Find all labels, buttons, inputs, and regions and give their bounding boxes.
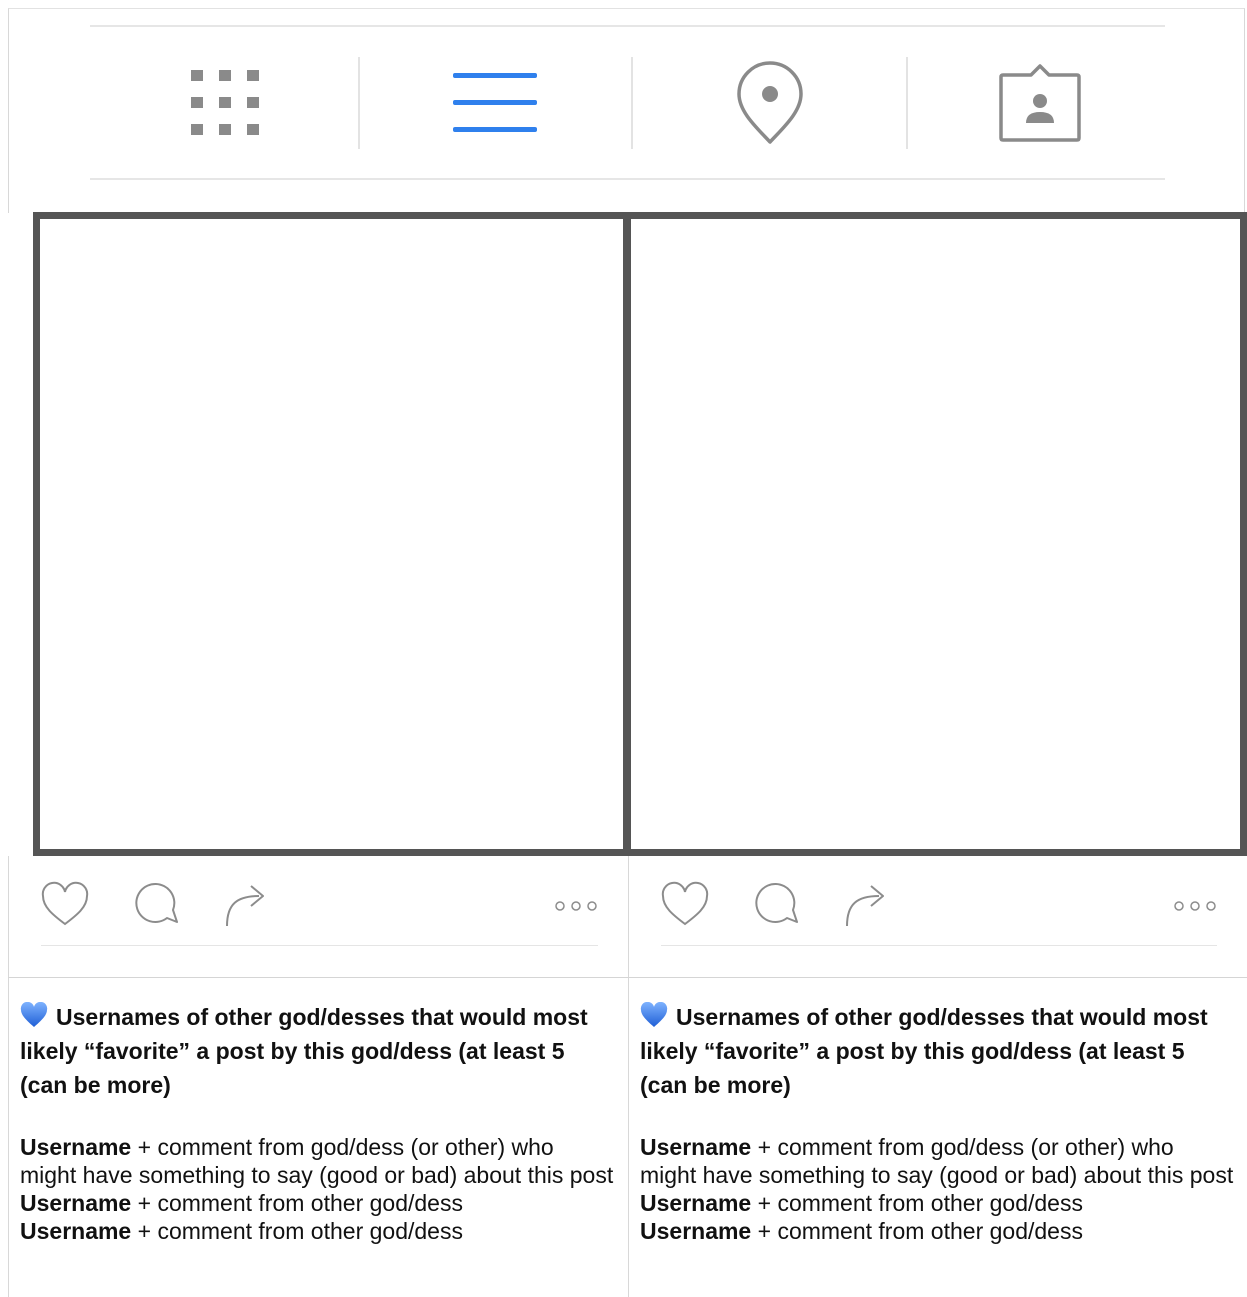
heart-icon[interactable]	[659, 878, 711, 930]
post-image-placeholder[interactable]	[33, 212, 630, 856]
tab-list-view[interactable]	[425, 55, 565, 150]
comment-username[interactable]: Username	[20, 1218, 131, 1244]
comment-item: Username + comment from other god/dess	[640, 1189, 1235, 1217]
post-caption: Usernames of other god/desses that would…	[628, 977, 1247, 1297]
blue-heart-icon	[20, 1002, 48, 1027]
tagged-person-icon	[999, 63, 1081, 142]
list-icon	[453, 72, 537, 132]
blue-heart-icon	[640, 1002, 668, 1027]
tab-places[interactable]	[700, 55, 840, 150]
post-actions-bar	[8, 856, 628, 978]
comment-item: Username + comment from other god/dess	[20, 1189, 616, 1217]
comment-item: Username + comment from god/dess (or oth…	[20, 1133, 616, 1189]
comment-text: + comment from other god/dess	[131, 1218, 463, 1244]
comment-username[interactable]: Username	[640, 1134, 751, 1160]
tab-tagged[interactable]	[970, 55, 1110, 150]
heart-icon[interactable]	[39, 878, 91, 930]
grid-icon	[191, 69, 259, 135]
comment-list: Username + comment from god/dess (or oth…	[640, 1133, 1235, 1245]
comment-item: Username + comment from other god/dess	[20, 1217, 616, 1245]
share-icon[interactable]	[839, 878, 891, 930]
post-actions-bar	[628, 856, 1247, 978]
post-image-placeholder[interactable]	[624, 212, 1247, 856]
tabbar-bottom-divider	[90, 178, 1165, 180]
comment-item: Username + comment from other god/dess	[640, 1217, 1235, 1245]
comment-text: + comment from other god/dess	[131, 1190, 463, 1216]
comment-icon[interactable]	[749, 878, 801, 930]
comment-list: Username + comment from god/dess (or oth…	[20, 1133, 616, 1245]
caption-title-text: Usernames of other god/desses that would…	[640, 1004, 1208, 1098]
comment-username[interactable]: Username	[20, 1190, 131, 1216]
caption-title: Usernames of other god/desses that would…	[20, 1000, 616, 1102]
tab-separator	[906, 57, 908, 149]
post-caption: Usernames of other god/desses that would…	[8, 977, 628, 1297]
actions-divider	[661, 945, 1217, 946]
comment-username[interactable]: Username	[640, 1190, 751, 1216]
tabbar-top-divider	[90, 25, 1165, 27]
actions-divider	[41, 945, 598, 946]
comment-username[interactable]: Username	[640, 1218, 751, 1244]
caption-title: Usernames of other god/desses that would…	[640, 1000, 1235, 1102]
comment-icon[interactable]	[129, 878, 181, 930]
tab-separator	[358, 57, 360, 149]
share-icon[interactable]	[219, 878, 271, 930]
comment-username[interactable]: Username	[20, 1134, 131, 1160]
map-pin-icon	[737, 60, 803, 144]
tab-grid-view[interactable]	[155, 55, 295, 150]
more-options-icon[interactable]	[554, 900, 598, 912]
comment-item: Username + comment from god/dess (or oth…	[640, 1133, 1235, 1189]
more-options-icon[interactable]	[1173, 900, 1217, 912]
tab-separator	[631, 57, 633, 149]
comment-text: + comment from other god/dess	[751, 1218, 1083, 1244]
comment-text: + comment from other god/dess	[751, 1190, 1083, 1216]
caption-title-text: Usernames of other god/desses that would…	[20, 1004, 588, 1098]
